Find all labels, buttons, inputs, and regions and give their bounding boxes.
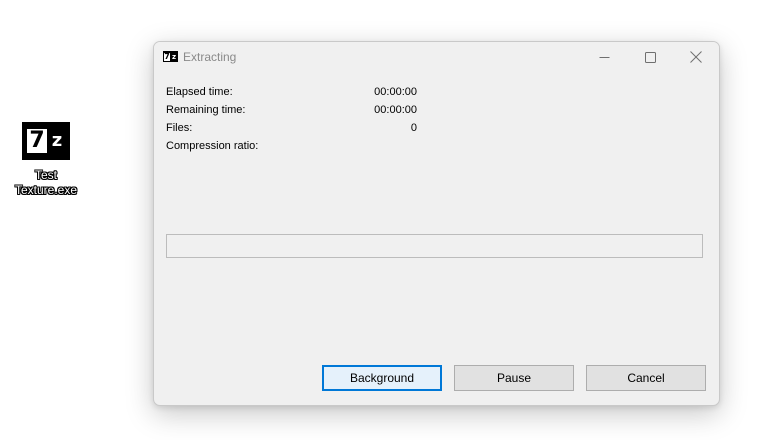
title-icon-glyph-z: z (171, 52, 177, 61)
desktop-icon-label: Test Texture.exe (8, 168, 84, 198)
pause-button[interactable]: Pause (454, 365, 574, 391)
background-button[interactable]: Background (322, 365, 442, 391)
elapsed-time-row: Elapsed time: 00:00:00 (154, 83, 719, 101)
title-bar[interactable]: 7 z Extracting (154, 42, 719, 72)
desktop-icon-label-line2: Texture.exe (14, 183, 78, 197)
remaining-time-row: Remaining time: 00:00:00 (154, 101, 719, 119)
7z-icon: 7 z (163, 51, 178, 62)
desktop: 7 z Test Texture.exe 7 z Extracting Elap… (0, 0, 782, 440)
logo-glyph-z: z (51, 130, 63, 151)
logo-glyph-seven: 7 (27, 129, 47, 153)
close-icon (690, 51, 702, 63)
remaining-time-value: 00:00:00 (374, 104, 417, 116)
cancel-button[interactable]: Cancel (586, 365, 706, 391)
desktop-icon-label-line1: Test (34, 168, 57, 182)
maximize-button[interactable] (627, 42, 673, 72)
minimize-button[interactable] (581, 42, 627, 72)
elapsed-time-value: 00:00:00 (374, 86, 417, 98)
compression-ratio-row: Compression ratio: (154, 137, 719, 155)
elapsed-time-label: Elapsed time: (166, 86, 233, 98)
title-icon-glyph-seven: 7 (164, 51, 170, 61)
extracting-dialog: 7 z Extracting Elapsed time: 00:00:00 Re… (153, 41, 720, 406)
extraction-progress-bar (166, 234, 703, 258)
close-button[interactable] (673, 42, 719, 72)
minimize-icon (599, 56, 609, 58)
files-label: Files: (166, 122, 193, 134)
window-title: Extracting (183, 50, 237, 64)
desktop-shortcut-test-texture[interactable]: 7 z Test Texture.exe (8, 120, 84, 198)
files-row: Files: 0 (154, 119, 719, 137)
maximize-icon (644, 51, 656, 63)
7z-app-icon: 7 z (22, 122, 70, 160)
remaining-time-label: Remaining time: (166, 104, 246, 116)
compression-ratio-label: Compression ratio: (166, 140, 259, 152)
files-value: 0 (410, 122, 417, 134)
